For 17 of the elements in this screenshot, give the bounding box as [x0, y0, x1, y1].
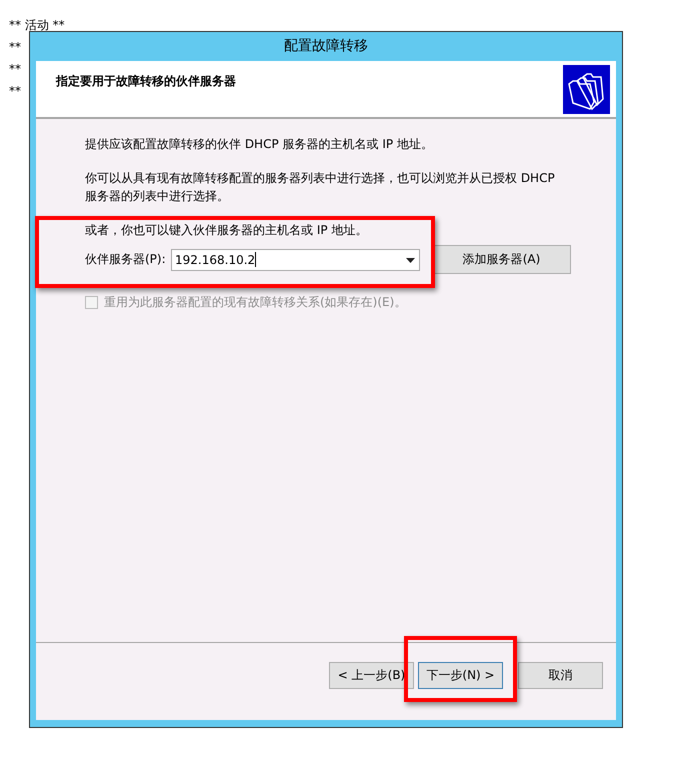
- background-text: **: [9, 39, 21, 56]
- page-heading: 指定要用于故障转移的伙伴服务器: [56, 73, 236, 90]
- instruction-text: 或者，你也可以键入伙伴服务器的主机名或 IP 地址。: [85, 222, 368, 239]
- wizard-button[interactable]: 下一步(N) >: [418, 662, 503, 689]
- folders-icon: [563, 65, 610, 114]
- background-text: **: [9, 83, 21, 100]
- background-text: ** 活动 **: [9, 17, 65, 34]
- instruction-text: 提供应该配置故障转移的伙伴 DHCP 服务器的主机名或 IP 地址。: [85, 136, 434, 153]
- wizard-button[interactable]: < 上一步(B): [329, 662, 414, 689]
- wizard-button[interactable]: 取消: [518, 662, 603, 689]
- checkbox-label: 重用为此服务器配置的现有故障转移关系(如果存在)(E)。: [104, 294, 406, 311]
- window-title: 配置故障转移: [284, 37, 368, 56]
- add-server-button[interactable]: 添加服务器(A): [432, 245, 571, 274]
- field-label: 伙伴服务器(P):: [85, 251, 167, 268]
- background-text: **: [9, 61, 21, 78]
- instruction-text: 你可以从具有现有故障转移配置的服务器列表中进行选择，也可以浏览并从已授权 DHCP 服务器的列表中进行选择。: [85, 170, 556, 205]
- partner-server-combobox[interactable]: 192.168.10.2: [171, 248, 420, 270]
